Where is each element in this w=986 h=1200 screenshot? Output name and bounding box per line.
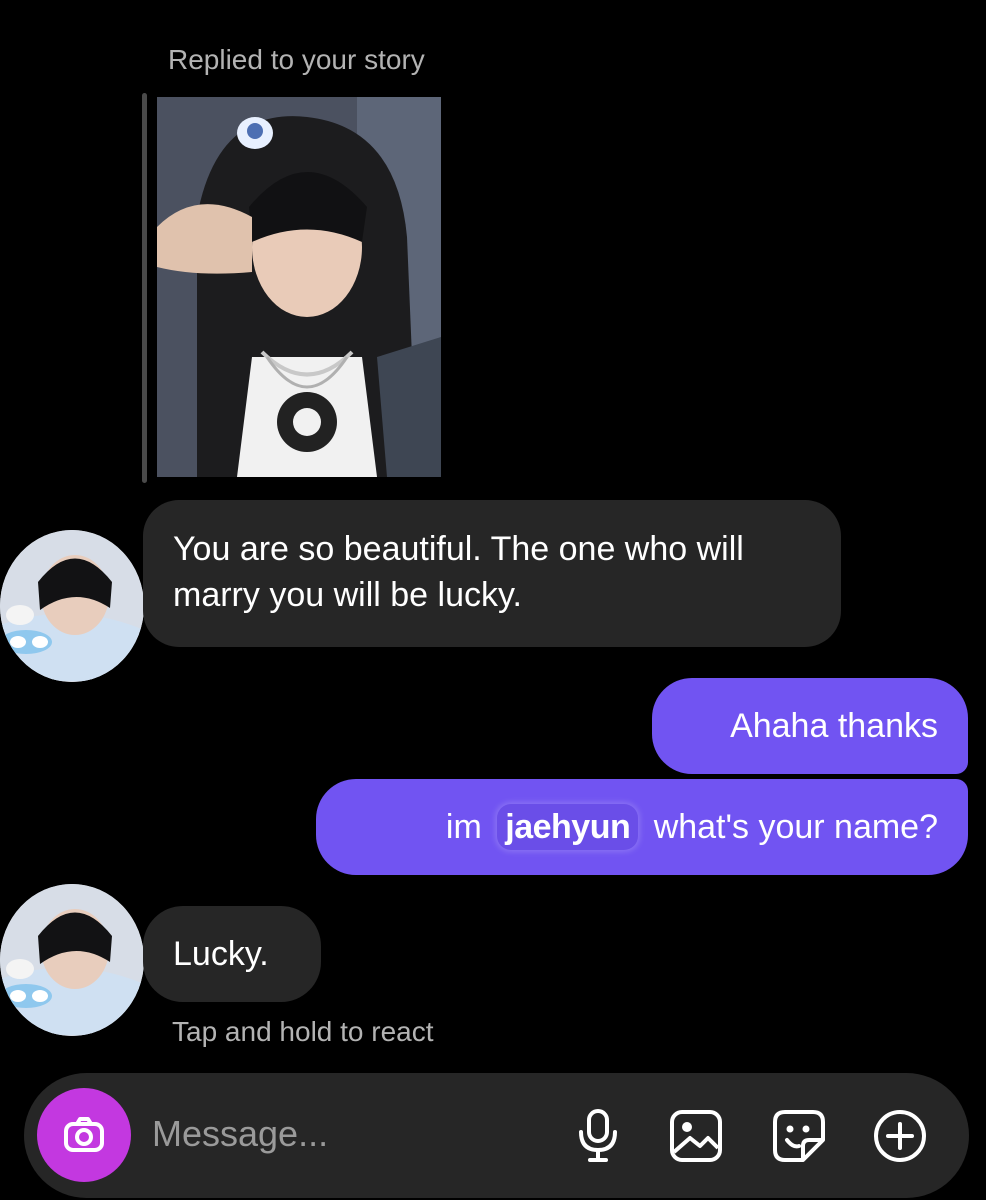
gallery-button[interactable] bbox=[666, 1106, 726, 1166]
message-input[interactable] bbox=[152, 1109, 552, 1159]
story-reply-label: Replied to your story bbox=[168, 44, 425, 75]
react-hint: Tap and hold to react bbox=[172, 1016, 434, 1047]
outgoing-message-bubble[interactable]: Ahaha thanks bbox=[652, 678, 968, 774]
microphone-button[interactable] bbox=[568, 1106, 628, 1166]
story-thumbnail[interactable] bbox=[157, 97, 441, 477]
message-text-prefix: im bbox=[445, 808, 482, 846]
highlighted-name: jaehyun bbox=[497, 804, 639, 850]
sender-avatar[interactable] bbox=[0, 530, 144, 682]
more-button[interactable] bbox=[870, 1106, 930, 1166]
incoming-message-bubble[interactable]: You are so beautiful. The one who will m… bbox=[143, 500, 841, 647]
plus-circle-icon bbox=[874, 1110, 926, 1162]
microphone-icon bbox=[579, 1109, 617, 1162]
camera-button[interactable] bbox=[37, 1088, 131, 1182]
message-composer bbox=[24, 1073, 969, 1198]
sticker-icon bbox=[773, 1110, 825, 1162]
message-text-suffix: what's your name? bbox=[653, 808, 938, 846]
sender-avatar[interactable] bbox=[0, 884, 144, 1036]
outgoing-message-bubble[interactable]: im jaehyun what's your name? bbox=[316, 779, 968, 875]
sticker-button[interactable] bbox=[769, 1106, 829, 1166]
story-reply-bar bbox=[142, 93, 147, 483]
incoming-message-bubble[interactable]: Lucky. bbox=[143, 906, 321, 1002]
camera-icon bbox=[64, 1117, 104, 1152]
gallery-icon bbox=[670, 1110, 722, 1162]
